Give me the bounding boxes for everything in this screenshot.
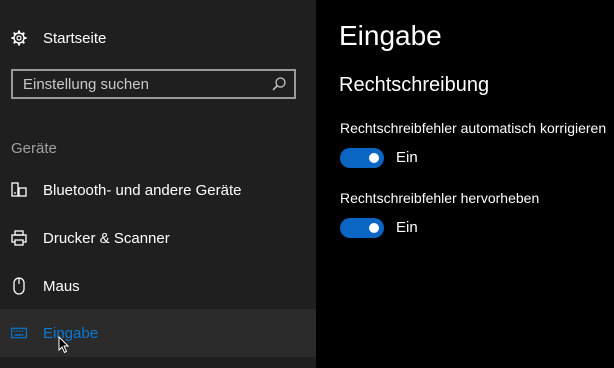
sidebar-item-bluetooth[interactable]: Bluetooth- und andere Geräte xyxy=(0,178,316,202)
gear-icon xyxy=(11,28,27,48)
sidebar-item-label: Drucker & Scanner xyxy=(43,229,170,247)
sidebar: Startseite Geräte Bluetooth- und andere … xyxy=(0,0,316,368)
sidebar-item-printers[interactable]: Drucker & Scanner xyxy=(0,226,316,250)
page-title: Eingabe xyxy=(339,20,442,51)
autocorrect-state: Ein xyxy=(396,149,418,166)
search-input[interactable] xyxy=(13,71,263,97)
search-icon[interactable] xyxy=(270,75,288,93)
sidebar-item-input[interactable]: Eingabe xyxy=(0,309,316,357)
search-box[interactable] xyxy=(11,69,296,99)
printer-icon xyxy=(11,228,27,248)
sidebar-item-mouse[interactable]: Maus xyxy=(0,274,316,298)
section-title-devices: Geräte xyxy=(11,140,57,157)
toggle-knob xyxy=(369,223,379,233)
setting-label-autocorrect: Rechtschreibfehler automatisch korrigier… xyxy=(340,120,607,136)
home-link[interactable]: Startseite xyxy=(0,26,316,50)
section-title-spelling: Rechtschreibung xyxy=(339,74,490,96)
sidebar-item-label: Bluetooth- und andere Geräte xyxy=(43,181,242,199)
main-panel: Eingabe Rechtschreibung Rechtschreibfehl… xyxy=(316,0,614,368)
autocorrect-toggle[interactable] xyxy=(340,148,384,168)
highlight-state: Ein xyxy=(396,219,418,236)
mouse-icon xyxy=(11,276,27,296)
sidebar-item-label: Maus xyxy=(43,277,80,295)
bluetooth-device-icon xyxy=(11,180,27,200)
toggle-knob xyxy=(369,153,379,163)
sidebar-item-label: Eingabe xyxy=(43,324,99,342)
highlight-toggle[interactable] xyxy=(340,218,384,238)
home-label: Startseite xyxy=(43,29,107,47)
setting-label-highlight: Rechtschreibfehler hervorheben xyxy=(340,190,540,206)
mouse-cursor-icon xyxy=(58,335,70,359)
keyboard-icon xyxy=(11,323,27,343)
